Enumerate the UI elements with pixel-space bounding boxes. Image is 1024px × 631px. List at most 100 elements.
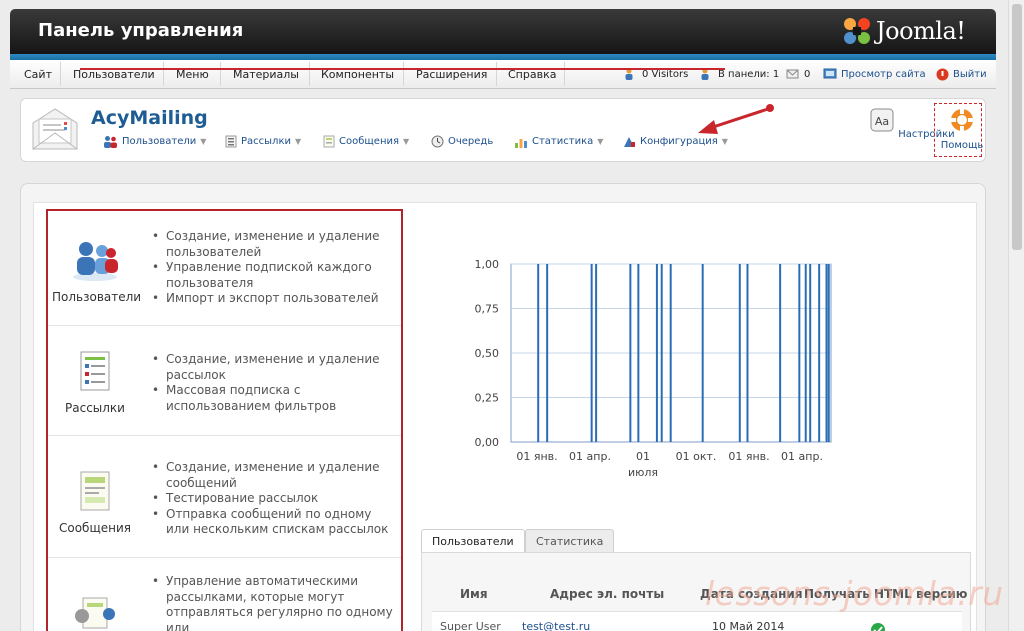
feature-bullet: Создание, изменение и удаление рассылок (150, 352, 394, 383)
dropdown-arrow-icon: ▼ (294, 137, 302, 146)
column-header-name[interactable]: Имя (460, 587, 488, 601)
statistics-icon (515, 139, 527, 148)
feature-newsletters-link[interactable]: Сообщения (52, 470, 138, 535)
menu-separator (564, 62, 565, 86)
features-panel: Пользователи Создание, изменение и удале… (46, 209, 403, 631)
logout-link[interactable]: Выйти (953, 69, 987, 80)
user-name-cell: Super User (440, 620, 501, 631)
feature-newsletters-label: Сообщения (58, 521, 131, 535)
submenu-statistics[interactable]: Статистика ▼ (514, 135, 603, 148)
submenu-lists-label: Рассылки (241, 136, 291, 147)
status-messages[interactable]: 0 (786, 68, 810, 80)
chart-x-tick-label: 01 окт. (676, 450, 717, 463)
feature-bullet: Массовая подписка с использованием фильт… (150, 383, 394, 414)
chart-x-tick-label: 01 апр. (781, 450, 823, 463)
submenu-queue[interactable]: Очередь (431, 135, 493, 148)
admins-count: В панели: 1 (718, 68, 780, 80)
preview-site-link[interactable]: Просмотр сайта (841, 69, 926, 80)
newsletters-icon (80, 471, 110, 511)
feature-newsletters: Сообщения Создание, изменение и удаление… (48, 436, 401, 558)
admin-header: Панель управления Joomla! (10, 9, 996, 54)
chart-y-tick-label: 0,00 (475, 436, 500, 449)
chart-x-tick-label: 01 янв. (728, 450, 769, 463)
users-icon (104, 136, 117, 148)
joomla-logo-icon (844, 18, 870, 44)
acymailing-logo-icon (32, 108, 78, 150)
submenu-statistics-label: Статистика (532, 136, 594, 147)
feature-bullet: Импорт и экспорт пользователей (150, 291, 394, 307)
messages-icon (786, 69, 799, 79)
menu-separator (309, 62, 310, 86)
submenu-newsletters-label: Сообщения (339, 136, 400, 147)
watermark-text: lessons-joomla.ru (705, 574, 1004, 613)
users-icon (73, 242, 118, 281)
feature-users: Пользователи Создание, изменение и удале… (48, 211, 401, 326)
lists-icon (80, 351, 110, 391)
statistics-chart: 1,00 0,75 0,50 0,25 0,00 01 янв. 01 апр. 01 июля… (475, 258, 832, 479)
submenu-users-label: Пользователи (122, 136, 197, 147)
submenu-lists[interactable]: Рассылки ▼ (225, 135, 301, 148)
admin-panel-title: Панель управления (38, 20, 244, 41)
feature-lists: Рассылки Создание, изменение и удаление … (48, 326, 401, 436)
table-row[interactable]: Super User test@test.ru 10 Май 2014 (432, 611, 962, 631)
configuration-icon (624, 137, 635, 147)
menu-separator (403, 62, 404, 86)
chart-y-tick-label: 0,75 (475, 303, 500, 316)
page-scrollbar[interactable] (1008, 0, 1024, 631)
queue-icon (431, 135, 444, 148)
submenu-users[interactable]: Пользователи ▼ (103, 135, 206, 148)
feature-users-bullets: Создание, изменение и удаление пользоват… (150, 229, 394, 307)
checkmark-icon[interactable] (870, 622, 886, 631)
settings-icon: Aa (870, 108, 894, 132)
submenu-newsletters[interactable]: Сообщения ▼ (323, 135, 409, 148)
newsletters-icon (323, 135, 335, 148)
menu-separator (163, 62, 164, 86)
help-button[interactable]: Помощь (939, 107, 985, 151)
dropdown-arrow-icon: ▼ (200, 137, 207, 146)
dropdown-arrow-icon: ▼ (597, 137, 604, 146)
feature-autonewsletters: Управление автоматическими рассылками, к… (48, 558, 401, 631)
preview-icon (823, 68, 837, 79)
logout-icon (936, 68, 949, 81)
tab-users[interactable]: Пользователи (421, 529, 525, 553)
menu-separator (220, 62, 221, 86)
help-icon (950, 108, 974, 132)
menu-item-site[interactable]: Сайт (24, 68, 52, 81)
feature-autonewsletters-link[interactable] (52, 594, 138, 631)
visitors-count: 0 Visitors (642, 68, 689, 80)
user-email-link[interactable]: test@test.ru (522, 620, 590, 631)
feature-newsletters-bullets: Создание, изменение и удаление сообщений… (150, 460, 394, 538)
feature-bullet: Отправка сообщений по одному или несколь… (150, 507, 394, 538)
feature-bullet: Тестирование рассылок (150, 491, 394, 507)
feature-lists-label: Рассылки (65, 401, 125, 415)
component-toolbar: AcyMailing Пользователи ▼ Рассылки ▼ Соо… (20, 98, 986, 162)
chart-x-tick-label: 01 (636, 450, 650, 463)
annotation-arrow (698, 104, 774, 134)
feature-bullet: Управление подпиской каждого пользовател… (150, 260, 394, 291)
feature-bullet: Создание, изменение и удаление сообщений (150, 460, 394, 491)
messages-count: 0 (804, 68, 811, 80)
column-header-email[interactable]: Адрес эл. почты (550, 587, 664, 601)
help-label: Помощь (940, 140, 984, 151)
chart-y-tick-label: 0,25 (475, 392, 500, 405)
chart-y-tick-label: 0,50 (475, 347, 500, 360)
joomla-logo-text: Joomla! (876, 17, 966, 45)
dropdown-arrow-icon: ▼ (403, 137, 410, 146)
submenu-queue-label: Очередь (448, 136, 494, 147)
feature-autonewsletters-bullets: Управление автоматическими рассылками, к… (150, 574, 394, 631)
lists-icon (225, 135, 237, 148)
joomla-logo[interactable]: Joomla! (842, 14, 990, 48)
feature-lists-link[interactable]: Рассылки (52, 350, 138, 415)
tab-statistics[interactable]: Статистика (525, 529, 615, 552)
feature-users-link[interactable]: Пользователи (52, 239, 141, 304)
menu-separator (60, 62, 61, 86)
svg-text:Aa: Aa (875, 115, 889, 128)
status-preview-site[interactable]: Просмотр сайта (823, 68, 926, 80)
status-logout[interactable]: Выйти (936, 68, 987, 81)
main-menu: Сайт Пользователи Меню Материалы Компоне… (10, 60, 996, 89)
auto-newsletters-icon (75, 597, 115, 629)
scrollbar-thumb[interactable] (1012, 4, 1022, 250)
submenu-highlight-underline (80, 68, 725, 70)
chart-y-tick-label: 1,00 (475, 258, 500, 271)
user-created-cell: 10 Май 2014 (712, 620, 785, 631)
